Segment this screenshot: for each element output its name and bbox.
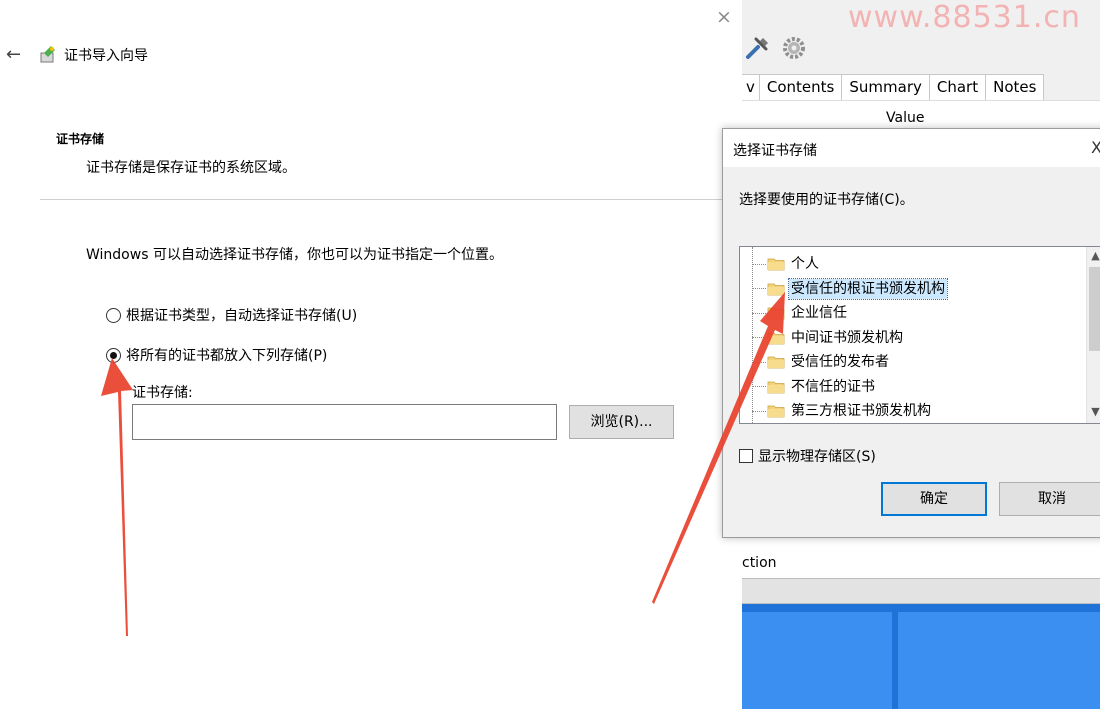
certificate-store-input[interactable] — [132, 404, 557, 440]
tree-item[interactable]: 受信任的发布者 — [752, 351, 891, 373]
tab-chart[interactable]: Chart — [928, 74, 987, 100]
section-description: 证书存储是保存证书的系统区域。 — [86, 160, 296, 176]
folder-icon — [767, 356, 785, 369]
radio-label: 根据证书类型，自动选择证书存储(U) — [126, 308, 358, 324]
tree-item-label: 受信任的根证书颁发机构 — [788, 277, 948, 300]
tree-branch — [752, 337, 766, 338]
section-title: 证书存储 — [56, 132, 105, 146]
tree-item-label: 企业信任 — [791, 305, 847, 321]
scroll-thumb[interactable] — [1089, 267, 1100, 351]
red-arrow-to-radio — [101, 358, 133, 636]
radio-place-all-in-store[interactable]: 将所有的证书都放入下列存储(P) — [106, 345, 327, 365]
radio-label: 将所有的证书都放入下列存储(P) — [126, 348, 328, 364]
divider — [40, 199, 742, 200]
wizard-title: 证书导入向导 — [64, 48, 148, 64]
tree-item-label: 个人 — [791, 256, 819, 272]
tab-summary[interactable]: Summary — [841, 74, 930, 100]
tree-branch — [752, 410, 766, 412]
tree-item-label: 不信任的证书 — [791, 378, 875, 395]
folder-icon — [767, 332, 785, 344]
tree-branch — [752, 312, 766, 314]
dialog-title-bar: 选择证书存储 X — [723, 129, 1100, 167]
tree-item[interactable]: 企业信任 — [752, 302, 849, 324]
certificate-store-label: 证书存储: — [132, 385, 193, 401]
folder-icon — [767, 381, 785, 393]
certificate-store-tree[interactable]: 个人受信任的根证书颁发机构企业信任中间证书颁发机构 受信任的发布者 不信任的证书第三… — [739, 246, 1100, 424]
tree-item-label: 第三方根证书颁发机构 — [791, 403, 931, 419]
wallpaper-pane — [742, 612, 892, 709]
tab-notes[interactable]: Notes — [985, 74, 1045, 100]
tree-item[interactable]: 第三方根证书颁发机构 — [752, 400, 933, 422]
scroll-down-arrow-icon[interactable]: ▼ — [1087, 405, 1100, 418]
value-column-header: Value — [886, 110, 925, 126]
tree-item[interactable]: 不信任的证书 — [752, 376, 877, 398]
tree-item-label: 中间证书颁发机构 — [791, 329, 903, 346]
dialog-title: 选择证书存储 — [733, 143, 817, 159]
certificate-icon — [40, 46, 55, 63]
dialog-prompt: 选择要使用的证书存储(C)。 — [739, 192, 914, 208]
tree-item[interactable]: 个人 — [752, 253, 821, 275]
watermark: www.88531.cn — [848, 0, 1081, 35]
gear-icon[interactable] — [780, 34, 808, 62]
tree-branch — [752, 288, 766, 289]
radio-auto-select-store[interactable]: 根据证书类型，自动选择证书存储(U) — [106, 305, 357, 325]
back-arrow-button[interactable]: ← — [6, 44, 21, 65]
wizard-close-button[interactable]: × — [716, 6, 732, 28]
tree-item[interactable]: 受信任的根证书颁发机构 — [752, 277, 948, 300]
folder-icon — [767, 283, 785, 295]
tree-branch — [752, 263, 766, 265]
intro-text: Windows 可以自动选择证书存储，你也可以为证书指定一个位置。 — [86, 247, 503, 263]
radio-button-checked[interactable] — [106, 347, 121, 363]
tools-icon[interactable] — [744, 34, 772, 62]
desktop-wallpaper — [742, 604, 1100, 709]
tree-scrollbar[interactable]: ▲ ▼ — [1086, 247, 1100, 423]
background-status-bar — [742, 578, 1100, 604]
folder-icon — [767, 307, 785, 320]
radio-button-unchecked[interactable] — [106, 307, 121, 323]
partial-label: ction — [742, 555, 777, 571]
scroll-up-arrow-icon[interactable]: ▲ — [1087, 249, 1100, 262]
wallpaper-pane — [898, 612, 1100, 709]
tab-partial[interactable]: v — [742, 74, 760, 100]
tree-branch — [752, 361, 766, 363]
background-tab-bar: v Contents Summary Chart Notes — [742, 74, 1045, 100]
tree-item-label: 受信任的发布者 — [791, 354, 889, 370]
cancel-button[interactable]: 取消 — [999, 482, 1100, 516]
checkbox-unchecked[interactable] — [739, 449, 753, 463]
tree-branch — [752, 386, 766, 387]
folder-icon — [767, 405, 785, 418]
checkbox-label: 显示物理存储区(S) — [758, 449, 876, 465]
ok-button[interactable]: 确定 — [881, 482, 987, 516]
tab-contents[interactable]: Contents — [758, 74, 843, 100]
folder-icon — [767, 258, 785, 271]
tree-item[interactable]: 中间证书颁发机构 — [752, 327, 905, 349]
browse-button[interactable]: 浏览(R)... — [569, 405, 674, 439]
dialog-close-button[interactable]: X — [1091, 138, 1100, 157]
show-physical-stores-checkbox[interactable]: 显示物理存储区(S) — [739, 446, 876, 466]
select-certificate-store-dialog: 选择证书存储 X 选择要使用的证书存储(C)。 个人受信任的根证书颁发机构企业信… — [722, 128, 1100, 538]
